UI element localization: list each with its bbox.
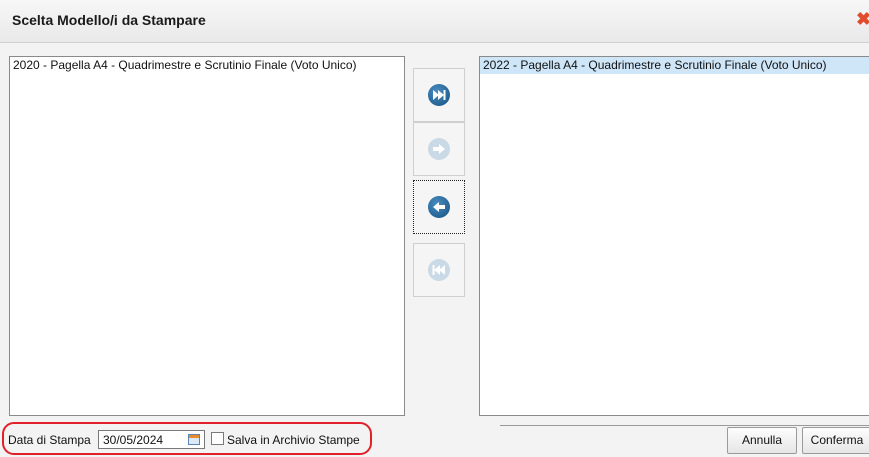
list-item[interactable]: 2022 - Pagella A4 - Quadrimestre e Scrut… — [480, 57, 869, 74]
move-right-button[interactable] — [413, 122, 465, 176]
move-right-icon — [428, 138, 450, 160]
move-all-left-icon — [428, 259, 450, 281]
cancel-button[interactable]: Annulla — [727, 427, 797, 454]
close-icon[interactable]: ✖ — [856, 10, 869, 28]
move-all-left-button[interactable] — [413, 243, 465, 297]
list-item[interactable]: 2020 - Pagella A4 - Quadrimestre e Scrut… — [10, 57, 404, 74]
confirm-button[interactable]: Conferma — [802, 427, 869, 454]
annotation-highlight — [2, 422, 372, 455]
dialog-title: Scelta Modello/i da Stampare — [12, 12, 206, 28]
move-left-button[interactable] — [413, 180, 465, 234]
available-models-list[interactable]: 2020 - Pagella A4 - Quadrimestre e Scrut… — [9, 56, 405, 416]
selected-models-list[interactable]: 2022 - Pagella A4 - Quadrimestre e Scrut… — [479, 56, 869, 416]
dialog-titlebar: Scelta Modello/i da Stampare ✖ — [0, 0, 869, 43]
footer-divider — [500, 425, 869, 426]
move-left-icon — [428, 196, 450, 218]
move-all-right-icon — [428, 84, 450, 106]
move-all-right-button[interactable] — [413, 68, 465, 122]
